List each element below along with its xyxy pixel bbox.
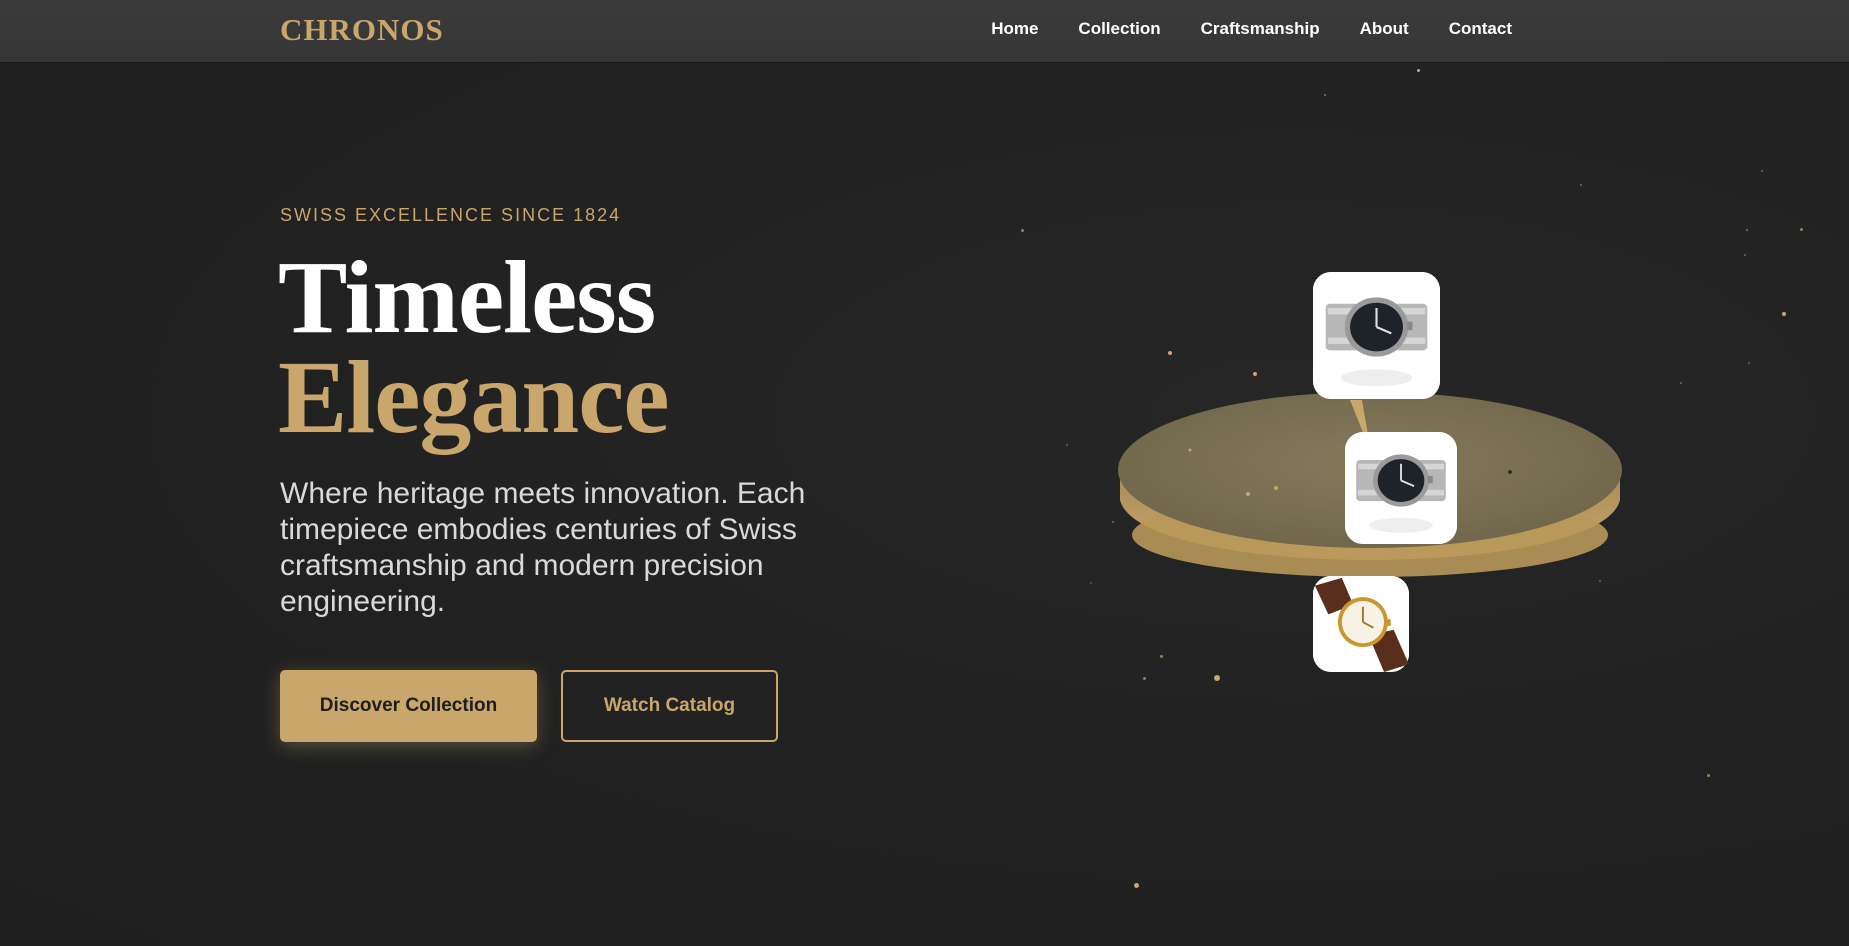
hero-subtitle: Where heritage meets innovation. Each ti…: [280, 477, 806, 618]
nav-link-craftsmanship[interactable]: Craftsmanship: [1201, 19, 1320, 39]
steel-dive-watch-icon: [1345, 432, 1457, 544]
watch-card-1[interactable]: [1313, 272, 1440, 399]
gold-leather-dress-watch-icon: [1313, 576, 1409, 672]
nav-link-collection[interactable]: Collection: [1078, 19, 1160, 39]
nav-link-contact[interactable]: Contact: [1449, 19, 1512, 39]
discover-collection-button[interactable]: Discover Collection: [280, 670, 537, 742]
watch-card-2[interactable]: [1345, 432, 1457, 544]
nav-link-home[interactable]: Home: [991, 19, 1038, 39]
nav-links: Home Collection Craftsmanship About Cont…: [991, 0, 1512, 58]
hero-title-line-1: Timeless: [278, 240, 656, 355]
watch-card-3[interactable]: [1313, 576, 1409, 672]
watch-showcase: [1100, 250, 1660, 700]
watch-catalog-button[interactable]: Watch Catalog: [561, 670, 778, 742]
steel-dive-watch-icon: [1313, 272, 1440, 399]
top-navbar: CHRONOS Home Collection Craftsmanship Ab…: [0, 0, 1849, 62]
hero-title-line-2: Elegance: [278, 340, 670, 455]
nav-link-about[interactable]: About: [1360, 19, 1409, 39]
hero-eyebrow: SWISS EXCELLENCE SINCE 1824: [280, 205, 622, 225]
brand-logo[interactable]: CHRONOS: [280, 12, 444, 48]
